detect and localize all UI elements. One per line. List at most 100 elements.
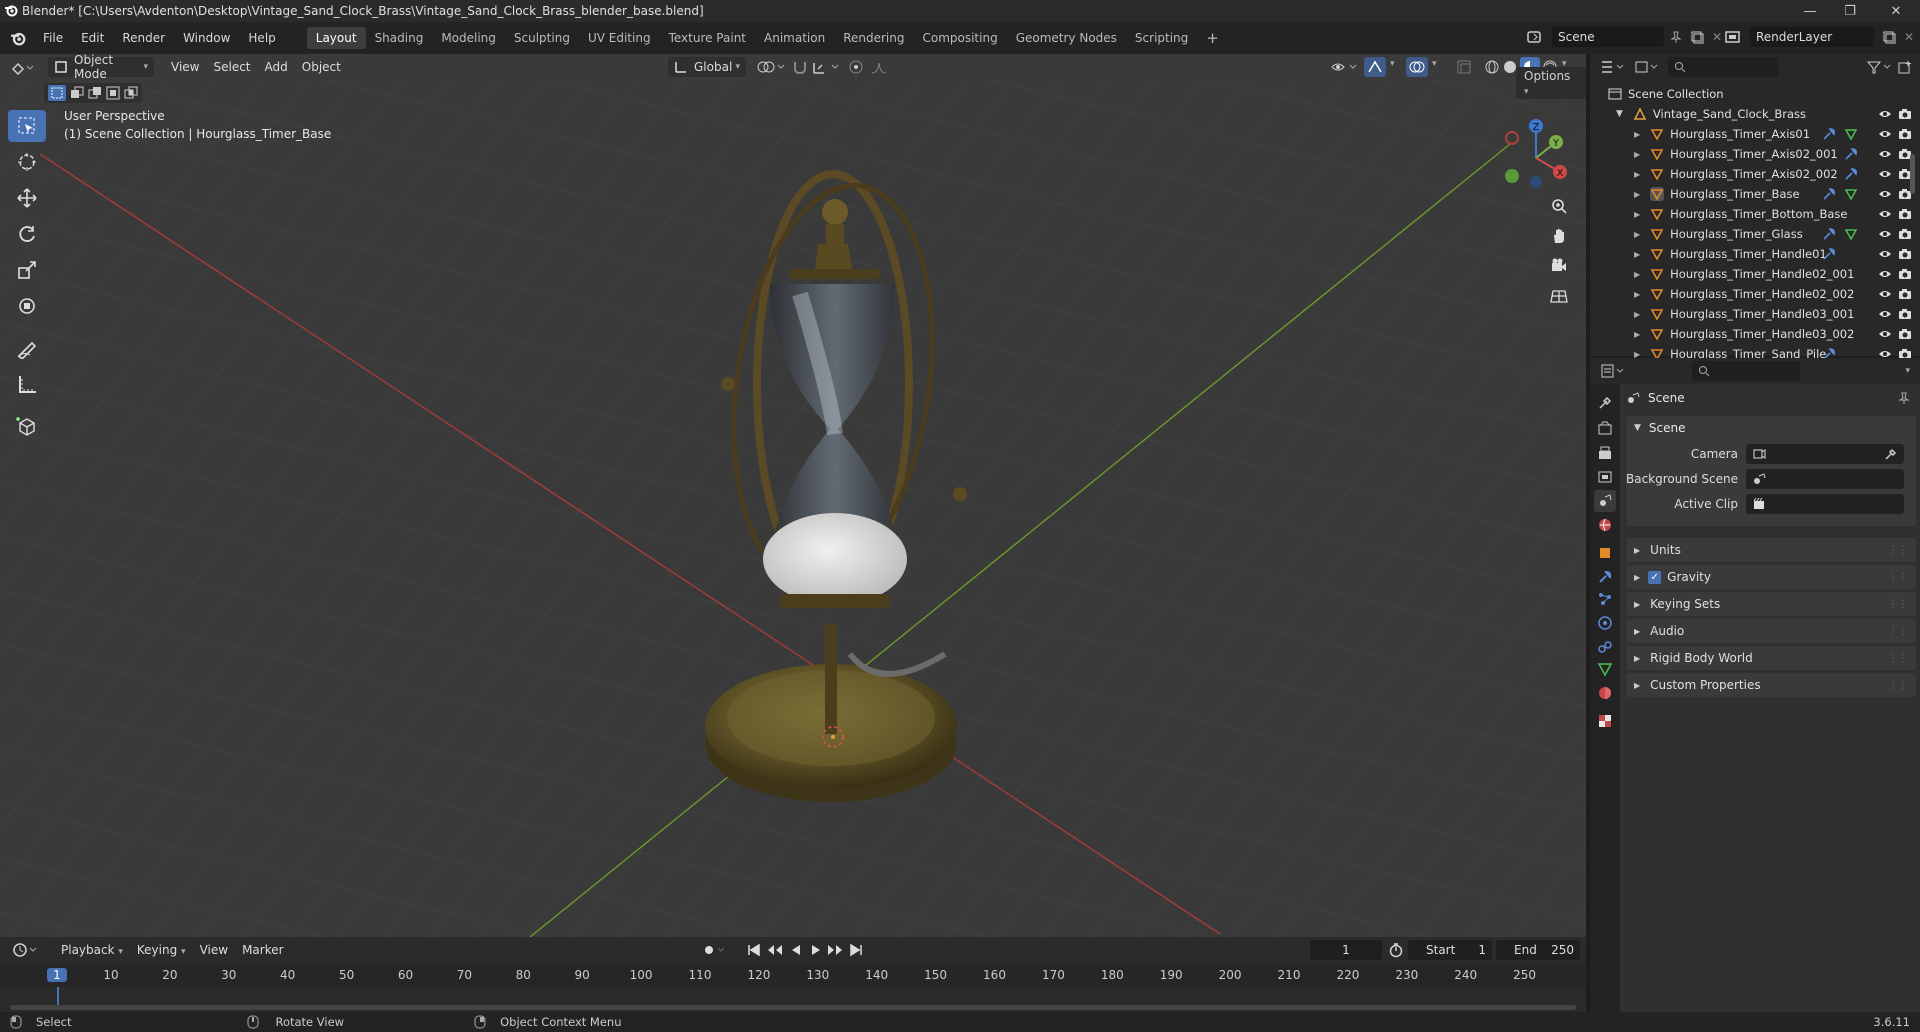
expand-arrow-icon[interactable]: ▶ [1634,230,1640,239]
drag-handle-icon[interactable]: ⋮⋮ [1888,626,1908,637]
pivot-point-icon[interactable] [756,59,786,75]
mesh-data-icon[interactable] [1844,127,1858,141]
jump-start-icon[interactable] [746,942,762,958]
visibility-eye-icon[interactable] [1878,208,1892,220]
visibility-eye-icon[interactable] [1878,328,1892,340]
active-clip-field[interactable] [1746,494,1904,514]
minimize-button[interactable]: — [1790,0,1830,22]
visibility-eye-icon[interactable] [1878,148,1892,160]
new-collection-icon[interactable] [1898,60,1912,74]
view-layer-name-field[interactable]: RenderLayer [1750,27,1874,47]
data-tab-icon[interactable] [1594,658,1616,680]
gizmo-toggle-icon[interactable] [1364,57,1386,77]
keyframe-area[interactable] [0,987,1586,1012]
menu-window[interactable]: Window [174,27,239,49]
camera-view-icon[interactable] [1544,252,1574,280]
menu-render[interactable]: Render [113,27,174,49]
modifier-tab-icon[interactable] [1594,566,1616,588]
collapsed-panel[interactable]: ▶ Rigid Body World ⋮⋮ [1626,646,1916,670]
new-view-layer-icon[interactable] [1882,30,1896,44]
scene-panel-header[interactable]: ▼ Scene [1626,416,1916,440]
outliner-object-row[interactable]: ▶ Hourglass_Timer_Axis02_001 [1590,144,1920,164]
tab-animation[interactable]: Animation [755,27,834,49]
tab-geometry-nodes[interactable]: Geometry Nodes [1007,27,1126,49]
mode-dropdown[interactable]: Object Mode ▾ [48,54,154,81]
tab-scripting[interactable]: Scripting [1126,27,1197,49]
add-workspace-button[interactable]: + [1197,27,1228,49]
zoom-view-icon[interactable] [1544,192,1574,220]
add-cube-tool[interactable] [8,410,46,442]
properties-search-input[interactable] [1692,361,1800,381]
eyedropper-icon[interactable] [1884,447,1898,461]
current-frame-field[interactable]: 1 [1310,940,1382,960]
timeline-scrollbar[interactable] [10,1005,1576,1010]
viewport-menu-object[interactable]: Object [295,57,348,77]
jump-keyframe-back-icon[interactable] [766,942,784,958]
expand-arrow-icon[interactable]: ▶ [1634,150,1640,159]
modifier-wrench-icon[interactable] [1822,127,1836,141]
expand-arrow-icon[interactable]: ▶ [1634,330,1640,339]
options-dropdown[interactable]: Options ▾ [1516,67,1586,99]
wireframe-shading-icon[interactable] [1484,59,1500,75]
render-camera-icon[interactable] [1898,268,1912,280]
gravity-checkbox[interactable]: ✓ [1648,570,1662,584]
world-tab-icon[interactable] [1594,514,1616,536]
outliner-object-row[interactable]: ▶ Hourglass_Timer_Handle03_001 [1590,304,1920,324]
drag-handle-icon[interactable]: ⋮⋮ [1888,680,1908,691]
tab-sculpting[interactable]: Sculpting [505,27,579,49]
viewport-menu-view[interactable]: View [164,57,206,77]
render-camera-icon[interactable] [1898,208,1912,220]
cursor-tool[interactable] [8,146,46,178]
new-scene-icon[interactable] [1690,30,1704,44]
select-invert-icon[interactable] [106,86,120,100]
pin-icon[interactable] [1670,31,1682,43]
visibility-eye-icon[interactable] [1878,308,1892,320]
viewport-menu-add[interactable]: Add [258,57,295,77]
outliner-object-row[interactable]: ▶ Hourglass_Timer_Axis01 [1590,124,1920,144]
menu-file[interactable]: File [34,27,72,49]
outliner-object-row[interactable]: ▶ Hourglass_Timer_Handle02_001 [1590,264,1920,284]
measure-tool[interactable] [8,368,46,400]
expand-arrow-icon[interactable]: ▶ [1634,190,1640,199]
xray-toggle-icon[interactable] [1456,59,1472,75]
expand-arrow-icon[interactable]: ▶ [1634,210,1640,219]
perspective-toggle-icon[interactable] [1544,282,1574,310]
drag-handle-icon[interactable]: ⋮⋮ [1888,599,1908,610]
pin-icon[interactable] [1898,392,1910,404]
render-camera-icon[interactable] [1898,128,1912,140]
collapsed-panel[interactable]: ▶ Custom Properties ⋮⋮ [1626,673,1916,697]
outliner-object-row[interactable]: ▶ Hourglass_Timer_Handle02_002 [1590,284,1920,304]
outliner-object-row[interactable]: ▶ Hourglass_Timer_Bottom_Base [1590,204,1920,224]
tab-layout[interactable]: Layout [306,27,366,49]
output-tab-icon[interactable] [1594,442,1616,464]
outliner-collection-row[interactable]: ▼ Vintage_Sand_Clock_Brass [1590,104,1920,124]
overlays-toggle-icon[interactable] [1406,57,1428,77]
outliner-object-row[interactable]: ▶ Hourglass_Timer_Handle01 [1590,244,1920,264]
material-tab-icon[interactable] [1594,682,1616,704]
viewport-3d[interactable]: Object Mode ▾ View Select Add Object Glo… [0,54,1586,937]
jump-keyframe-forward-icon[interactable] [826,942,844,958]
frame-ruler[interactable]: 1 10 20 30 40 50 60 70 80 90 100 110 120 130 140 150 160… [0,965,1586,987]
timeline-menu-view[interactable]: View [193,940,235,960]
select-extend-icon[interactable] [70,86,84,100]
render-camera-icon[interactable] [1898,228,1912,240]
visibility-eye-icon[interactable] [1878,248,1892,260]
pan-view-icon[interactable] [1544,222,1574,250]
outliner-object-row[interactable]: ▶ Hourglass_Timer_Axis02_002 [1590,164,1920,184]
visibility-eye-icon[interactable] [1878,268,1892,280]
mesh-data-icon[interactable] [1844,227,1858,241]
expand-arrow-icon[interactable]: ▶ [1634,170,1640,179]
visibility-eye-icon[interactable] [1878,108,1892,120]
camera-field[interactable] [1746,444,1904,464]
view-layer-tab-icon[interactable] [1594,466,1616,488]
menu-help[interactable]: Help [239,27,284,49]
modifier-wrench-icon[interactable] [1844,167,1858,181]
end-frame-field[interactable]: End 250 [1496,940,1580,960]
outliner-search-input[interactable] [1668,57,1778,77]
jump-end-icon[interactable] [848,942,864,958]
playhead-line[interactable] [57,987,59,1007]
timeline-editor-type-icon[interactable] [12,942,40,958]
modifier-wrench-icon[interactable] [1844,147,1858,161]
view-layer-selector[interactable]: RenderLayer ✕ [1724,27,1914,47]
move-tool[interactable] [8,182,46,214]
